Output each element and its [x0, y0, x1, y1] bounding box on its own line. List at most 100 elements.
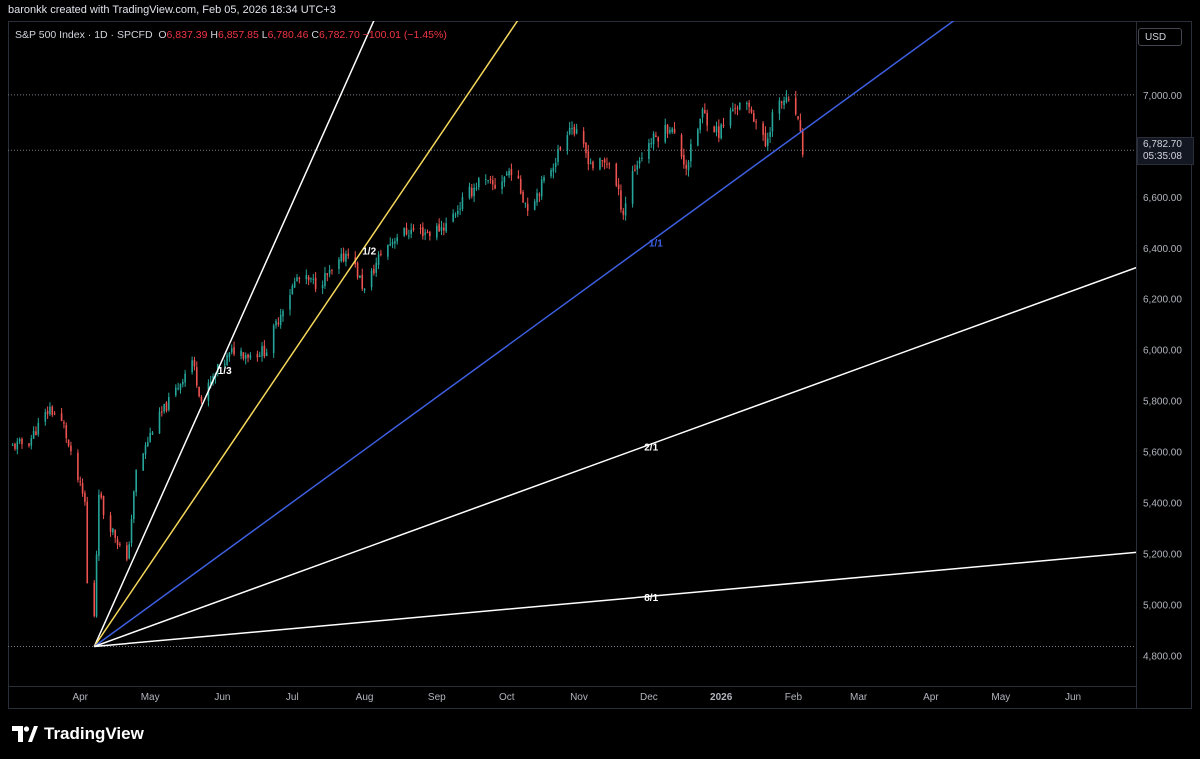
candle-body — [112, 528, 114, 533]
candle-body — [240, 350, 242, 356]
candle-body — [445, 223, 447, 232]
gann-fan-label: 2/1 — [644, 442, 658, 453]
x-tick-label: Sep — [428, 692, 446, 703]
candle-body — [571, 127, 573, 129]
candle-body — [86, 501, 89, 584]
candle-body — [324, 273, 326, 286]
candle-body — [732, 109, 734, 112]
candle-body — [60, 413, 63, 422]
candle-body — [582, 131, 585, 144]
y-tick-label: 5,800.00 — [1143, 397, 1182, 408]
candle-body — [785, 97, 788, 103]
candle-body — [32, 431, 35, 439]
price-chart[interactable]: 1/31/21/12/18/1 7,000.006,800.006,600.00… — [8, 21, 1192, 709]
candle-body — [799, 120, 802, 132]
candle-body — [797, 116, 799, 119]
candle-body — [706, 112, 708, 126]
candle-body — [477, 178, 480, 188]
candle-body — [484, 179, 487, 181]
candle-body — [454, 214, 457, 216]
x-tick-label: Mar — [850, 692, 868, 703]
candle-body — [193, 359, 196, 367]
x-tick-label: Jul — [286, 692, 299, 703]
candle-body — [175, 387, 177, 396]
candle-body — [177, 388, 179, 390]
candle-body — [326, 273, 329, 276]
candle-body — [470, 188, 473, 197]
candle-body — [787, 98, 790, 100]
candle-body — [375, 262, 378, 273]
candle-body — [704, 110, 706, 114]
candle-body — [377, 254, 380, 265]
candle-body — [14, 443, 16, 449]
candle-body — [589, 163, 592, 165]
candle-body — [550, 169, 552, 177]
candle-body — [748, 102, 750, 107]
candle-body — [277, 322, 280, 325]
candle-body — [573, 126, 576, 135]
gann-fan-line[interactable] — [93, 21, 1192, 648]
candle-body — [650, 143, 653, 145]
candle-body — [510, 169, 513, 176]
candle-body — [459, 208, 461, 210]
candle-body — [312, 278, 315, 280]
gann-fan-line[interactable] — [93, 21, 1192, 647]
candle-body — [519, 178, 522, 194]
candle-body — [347, 253, 350, 256]
candle-body — [655, 135, 657, 137]
y-tick-label: 5,600.00 — [1143, 448, 1182, 459]
candle-body — [771, 112, 774, 132]
candle-body — [801, 130, 804, 155]
candle-body — [149, 432, 151, 442]
candle-body — [701, 109, 704, 118]
candle-body — [419, 227, 422, 229]
open-value: 6,837.39 — [166, 29, 208, 41]
candle-body — [84, 492, 86, 502]
candle-body — [436, 225, 438, 238]
candle-body — [440, 227, 443, 231]
candle-body — [715, 126, 718, 133]
candle-body — [198, 386, 200, 397]
candle-body — [93, 582, 96, 617]
brand-name: TradingView — [44, 724, 144, 743]
x-tick-label: Jun — [214, 692, 230, 703]
candle-body — [680, 135, 683, 157]
candle-body — [524, 202, 527, 204]
candle-body — [161, 411, 163, 413]
candle-body — [538, 194, 541, 196]
high-value: 6,857.85 — [217, 29, 259, 41]
candle-body — [370, 270, 373, 288]
gann-fan-label: 1/2 — [362, 246, 376, 257]
brand[interactable]: TradingView — [12, 724, 144, 744]
candle-body — [230, 348, 233, 353]
gann-fan-line[interactable] — [93, 21, 1192, 648]
candle-body — [762, 123, 764, 135]
candle-body — [151, 432, 154, 435]
candle-body — [468, 186, 471, 198]
candle-body — [63, 422, 65, 424]
candle-body — [35, 431, 37, 436]
candle-body — [119, 543, 121, 545]
candle-body — [557, 149, 559, 162]
gann-fan-line[interactable] — [94, 287, 1192, 648]
x-tick-label: Apr — [72, 692, 88, 703]
change-value: −100.01 (−1.45%) — [362, 29, 447, 41]
candle-body — [396, 237, 399, 242]
close-value: 6,782.70 — [318, 29, 360, 41]
candle-body — [21, 438, 23, 445]
candle-body — [291, 286, 294, 295]
candle-body — [739, 102, 741, 110]
candle-body — [126, 545, 128, 560]
candle-body — [102, 495, 105, 515]
gann-fan-line[interactable] — [93, 21, 1192, 647]
candle-body — [489, 178, 492, 180]
symbol-name[interactable]: S&P 500 Index · 1D · SPCFD — [15, 29, 153, 41]
candle-body — [195, 367, 198, 386]
high-label: H — [210, 29, 218, 41]
candle-body — [508, 170, 510, 176]
candle-body — [296, 277, 298, 282]
candle-body — [422, 227, 424, 237]
currency-button[interactable]: USD — [1138, 28, 1182, 46]
candle-body — [147, 442, 149, 447]
bar-countdown: 05:35:08 — [1143, 151, 1182, 162]
